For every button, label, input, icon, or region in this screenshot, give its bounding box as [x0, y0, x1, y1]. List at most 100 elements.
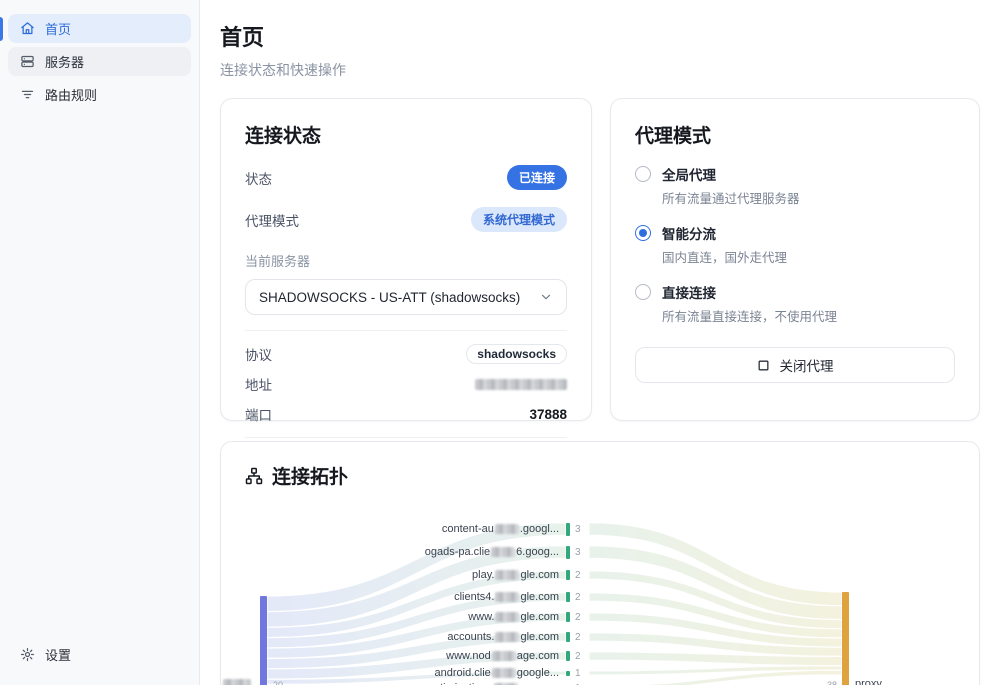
current-server-label: 当前服务器 — [245, 251, 567, 270]
option-desc: 所有流量直接连接，不使用代理 — [662, 306, 837, 325]
chevron-down-icon — [539, 290, 553, 304]
sidebar-item-label: 路由规则 — [45, 85, 97, 104]
gear-icon — [20, 647, 35, 662]
app-window: 首页 服务器 路由规则 设置 首页 连接状态和快速操作 连接状 — [0, 0, 1000, 685]
sankey-row-label: content-au .googl... 3 — [221, 521, 589, 537]
sankey-chart: content-au .googl... 3 ogads-pa.clie 6.goog.… — [221, 442, 980, 685]
sidebar-item-label: 首页 — [45, 19, 71, 38]
status-row: 状态 已连接 — [245, 165, 567, 190]
domain-prefix: android.clie — [435, 667, 491, 679]
domain-prefix: clients4. — [454, 591, 494, 603]
main-content: 首页 连接状态和快速操作 连接状态 状态 已连接 代理模式 系统代理模式 当前服… — [200, 0, 1000, 685]
domain-prefix: www.nod — [446, 650, 491, 662]
sidebar-item-home[interactable]: 首页 — [8, 14, 191, 43]
proxy-mode-badge: 系统代理模式 — [471, 207, 567, 232]
server-select[interactable]: SHADOWSOCKS - US-ATT (shadowsocks) — [245, 279, 567, 315]
node-mini-bar — [566, 523, 570, 536]
page-subtitle: 连接状态和快速操作 — [220, 60, 980, 80]
sidebar-item-label: 设置 — [45, 645, 71, 664]
source-label-redacted — [223, 679, 251, 685]
connection-card-title: 连接状态 — [245, 121, 567, 148]
protocol-value: shadowsocks — [466, 344, 567, 364]
node-mini-bar — [566, 546, 570, 559]
radio-icon[interactable] — [635, 284, 651, 300]
sidebar-item-settings[interactable]: 设置 — [8, 640, 191, 669]
option-label: 全局代理 — [662, 164, 800, 184]
sankey-row-label: www.nod age.com 2 — [221, 648, 589, 664]
sidebar-item-servers[interactable]: 服务器 — [8, 47, 191, 76]
server-info-rows: 协议 shadowsocks 地址 端口 37888 — [245, 330, 567, 424]
protocol-row: 协议 shadowsocks — [245, 344, 567, 364]
proxy-option-direct[interactable]: 直接连接 所有流量直接连接，不使用代理 — [635, 282, 955, 325]
sankey-flow — [589, 523, 842, 606]
domain-redacted — [495, 592, 519, 602]
domain-redacted — [495, 570, 519, 580]
port-row: 端口 37888 — [245, 404, 567, 424]
source-node-value: 20 — [273, 680, 283, 685]
server-icon — [20, 54, 35, 69]
home-icon — [20, 21, 35, 36]
node-mini-bar — [566, 651, 570, 661]
sankey-row-label: ogads-pa.clie 6.goog... 3 — [221, 544, 589, 560]
close-proxy-button[interactable]: 关闭代理 — [635, 347, 955, 383]
option-desc: 所有流量通过代理服务器 — [662, 188, 800, 207]
stop-square-icon — [757, 359, 770, 372]
domain-redacted — [492, 651, 516, 661]
sankey-row-label: android.clie google... 1 — [221, 665, 589, 681]
status-badge: 已连接 — [507, 165, 567, 190]
address-label: 地址 — [245, 374, 272, 394]
option-desc: 国内直连，国外走代理 — [662, 247, 787, 266]
proxy-mode-card-title: 代理模式 — [635, 121, 955, 148]
domain-suffix: google... — [517, 667, 559, 679]
proxy-option-smart[interactable]: 智能分流 国内直连，国外走代理 — [635, 223, 955, 266]
proxy-mode-card: 代理模式 全局代理 所有流量通过代理服务器 智能分流 国内直连，国外走代理 — [610, 98, 980, 421]
connection-count: 3 — [575, 547, 589, 558]
domain-suffix: age.com — [517, 650, 559, 662]
node-mini-bar — [566, 632, 570, 642]
domain-redacted — [495, 524, 519, 534]
connection-count: 2 — [575, 570, 589, 581]
node-mini-bar — [566, 612, 570, 622]
domain-redacted — [491, 547, 515, 557]
sidebar: 首页 服务器 路由规则 设置 — [0, 0, 200, 685]
target-node-label: proxy — [855, 678, 882, 685]
domain-redacted — [495, 612, 519, 622]
domain-prefix: www. — [468, 611, 494, 623]
connection-count: 3 — [575, 524, 589, 535]
sidebar-item-routes[interactable]: 路由规则 — [8, 80, 191, 109]
protocol-label: 协议 — [245, 344, 272, 364]
sankey-target-node — [842, 592, 849, 685]
address-value-redacted — [475, 379, 567, 390]
node-mini-bar — [566, 671, 570, 676]
proxy-mode-row: 代理模式 系统代理模式 — [245, 207, 567, 232]
domain-prefix: content-au — [442, 523, 494, 535]
node-mini-bar — [566, 592, 570, 602]
connection-count: 1 — [575, 668, 589, 679]
domain-prefix: accounts. — [447, 631, 494, 643]
radio-icon-checked[interactable] — [635, 225, 651, 241]
domain-suffix: gle.com — [520, 591, 559, 603]
domain-prefix: ogads-pa.clie — [425, 546, 490, 558]
connection-count: 2 — [575, 651, 589, 662]
domain-suffix: gle.com — [520, 611, 559, 623]
node-mini-bar — [566, 570, 570, 580]
topology-card: 连接拓扑 content-au.googl...3ogads-pa.clie6.… — [220, 441, 980, 685]
server-select-value: SHADOWSOCKS - US-ATT (shadowsocks) — [259, 290, 520, 305]
filter-icon — [20, 87, 35, 102]
cards-row: 连接状态 状态 已连接 代理模式 系统代理模式 当前服务器 SHADOWSOCK… — [220, 98, 980, 421]
target-node-value: 38 — [811, 680, 837, 685]
port-label: 端口 — [245, 404, 272, 424]
proxy-mode-label: 代理模式 — [245, 210, 299, 230]
status-label: 状态 — [245, 168, 272, 188]
address-row: 地址 — [245, 374, 567, 394]
connection-count: 2 — [575, 632, 589, 643]
sankey-row-label: accounts.gle.com2 — [221, 629, 589, 645]
domain-suffix: .googl... — [520, 523, 559, 535]
domain-suffix: 6.goog... — [516, 546, 559, 558]
radio-icon[interactable] — [635, 166, 651, 182]
proxy-option-global[interactable]: 全局代理 所有流量通过代理服务器 — [635, 164, 955, 207]
domain-redacted — [495, 632, 519, 642]
sidebar-item-label: 服务器 — [45, 52, 84, 71]
page-title: 首页 — [220, 20, 980, 52]
option-label: 智能分流 — [662, 223, 787, 243]
